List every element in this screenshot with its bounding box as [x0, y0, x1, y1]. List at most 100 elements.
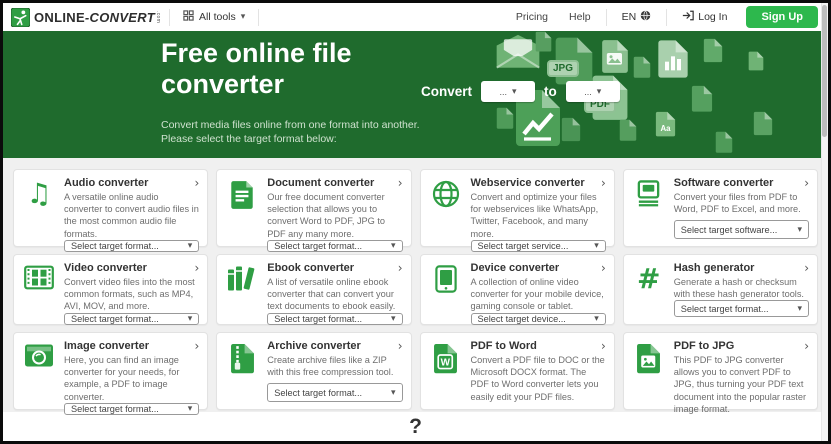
card-title[interactable]: Software converter	[674, 177, 774, 189]
decor-file-icon	[496, 107, 514, 130]
card-body: Document converter › Our free document con…	[267, 177, 403, 252]
target-select[interactable]: Select target format... ▾	[267, 312, 403, 325]
card-video-converter[interactable]: Video converter › Convert video files into…	[13, 254, 209, 325]
card-description: Convert video files into the most common…	[64, 277, 195, 312]
target-select[interactable]: Select target format... ▾	[673, 300, 809, 317]
card-body: Video converter › Convert video files into…	[64, 262, 200, 325]
card-body: Webservice converter › Convert and optimiz…	[470, 177, 606, 252]
card-title[interactable]: Ebook converter	[267, 262, 354, 274]
card-head: PDF to JPG ›	[674, 340, 809, 352]
to-label: to	[544, 84, 557, 99]
jpg-file-icon: JPG	[547, 36, 594, 86]
card-device-converter[interactable]: Device converter › A collection of online …	[419, 254, 615, 325]
target-select[interactable]: Select target format... ▾	[64, 402, 200, 415]
card-title[interactable]: PDF to Word	[471, 340, 537, 352]
card-audio-converter[interactable]: ♫ Audio converter › A versatile online audi…	[13, 169, 209, 252]
chevron-right-icon: ›	[804, 176, 809, 190]
login-label: Log In	[698, 11, 728, 23]
card-description: This PDF to JPG converter allows you to …	[673, 355, 807, 414]
card-hash-generator[interactable]: # Hash generator › Generate a hash or check…	[622, 254, 818, 325]
card-title[interactable]: Archive converter	[267, 340, 361, 352]
target-select[interactable]: Select target service... ▾	[470, 239, 606, 252]
target-select-value: Select target software...	[680, 224, 778, 235]
target-select[interactable]: Select target format... ▾	[64, 239, 200, 252]
card-description: Our free document converter selection th…	[267, 192, 386, 239]
document-icon	[222, 177, 262, 239]
card-title[interactable]: PDF to JPG	[674, 340, 735, 352]
convert-to-select[interactable]: ... ▾	[565, 81, 620, 102]
scrollbar-thumb[interactable]	[822, 5, 827, 137]
card-description: Convert your files from PDF to Word, PDF…	[673, 192, 801, 215]
target-select-value: Select target format...	[274, 313, 363, 324]
card-document-converter[interactable]: Document converter › Our free document con…	[216, 169, 412, 252]
chevron-right-icon: ›	[194, 339, 200, 353]
hero-title: Free online file converter	[161, 38, 352, 100]
card-head: Device converter ›	[471, 262, 606, 274]
chevron-down-icon: ▾	[390, 240, 396, 251]
decor-file-icon	[561, 117, 581, 142]
card-head: Ebook converter ›	[267, 262, 402, 274]
decor-file-bars-icon	[657, 39, 689, 79]
card-title[interactable]: Document converter	[267, 177, 374, 189]
card-title[interactable]: Audio converter	[64, 177, 148, 189]
header: ONLINE-CONVERT.com All tools ▾ Pricing H…	[3, 3, 828, 31]
login-icon	[682, 10, 694, 24]
all-tools-label: All tools	[198, 11, 236, 23]
card-body: PDF to Word › Convert a PDF file to DOC or…	[471, 340, 606, 402]
chevron-right-icon: ›	[600, 261, 606, 275]
card-title[interactable]: Video converter	[64, 262, 147, 274]
nav-help[interactable]: Help	[563, 11, 597, 23]
convert-from-select[interactable]: ... ▾	[481, 81, 536, 102]
chevron-right-icon: ›	[600, 339, 606, 353]
convert-from-value: ...	[499, 86, 507, 97]
target-select[interactable]: Select target software... ▾	[673, 220, 809, 239]
books-icon	[222, 262, 262, 317]
card-archive-converter[interactable]: Archive converter › Create archive files l…	[216, 332, 412, 410]
nav-pricing[interactable]: Pricing	[510, 11, 554, 23]
card-body: Device converter › A collection of online …	[470, 262, 606, 325]
question-mark: ?	[409, 415, 422, 438]
all-tools-button[interactable]: All tools ▾	[179, 10, 249, 24]
target-select[interactable]: Select target device... ▾	[470, 312, 606, 325]
target-select[interactable]: Select target format... ▾	[267, 383, 403, 402]
target-select-value: Select target format...	[71, 240, 159, 251]
decor-file-icon	[753, 111, 773, 136]
chevron-right-icon: ›	[397, 261, 403, 275]
card-webservice-converter[interactable]: Webservice converter › Convert and optimiz…	[419, 169, 615, 252]
target-select-value: Select target format...	[71, 403, 159, 414]
target-select-value: Select target format...	[680, 303, 769, 314]
target-select[interactable]: Select target format... ▾	[64, 312, 200, 325]
chevron-down-icon: ▾	[390, 313, 396, 324]
decor-file-image-icon	[601, 39, 629, 74]
divider	[258, 8, 260, 26]
decor-file-icon	[691, 85, 713, 113]
chevron-down-icon: ▾	[797, 303, 802, 314]
card-title[interactable]: Image converter	[64, 340, 149, 352]
chevron-right-icon: ›	[194, 176, 200, 190]
card-title[interactable]: Webservice converter	[471, 177, 585, 189]
scrollbar[interactable]	[821, 3, 828, 441]
card-image-converter[interactable]: Image converter › Here, you can find an im…	[13, 332, 209, 415]
target-select[interactable]: Select target format... ▾	[267, 239, 403, 252]
card-software-converter[interactable]: Software converter › Convert your files fr…	[622, 169, 818, 247]
language-label: EN	[621, 11, 637, 23]
chevron-right-icon: ›	[804, 261, 809, 275]
card-pdf-to-word[interactable]: W PDF to Word › Convert a PDF file to DOC o…	[419, 332, 615, 410]
card-head: Audio converter ›	[64, 177, 199, 189]
logo-icon	[11, 7, 30, 27]
target-select-value: Select target service...	[477, 240, 569, 251]
logo[interactable]: ONLINE-CONVERT.com	[11, 7, 161, 27]
card-title[interactable]: Device converter	[471, 262, 560, 274]
target-select-value: Select target format...	[274, 240, 363, 251]
signup-button[interactable]: Sign Up	[746, 6, 818, 28]
footer: ?	[3, 412, 828, 441]
card-ebook-converter[interactable]: Ebook converter › A list of versatile onli…	[216, 254, 412, 325]
divider	[666, 8, 668, 26]
chevron-down-icon: ▾	[596, 86, 602, 97]
login-link[interactable]: Log In	[676, 10, 733, 24]
card-description: A collection of online video converter f…	[470, 277, 604, 312]
card-description: A versatile online audio converter to co…	[64, 192, 199, 239]
card-title[interactable]: Hash generator	[674, 262, 755, 274]
language-selector[interactable]: EN	[616, 10, 658, 24]
card-pdf-to-jpg[interactable]: PDF to JPG › This PDF to JPG converter all…	[622, 332, 818, 414]
